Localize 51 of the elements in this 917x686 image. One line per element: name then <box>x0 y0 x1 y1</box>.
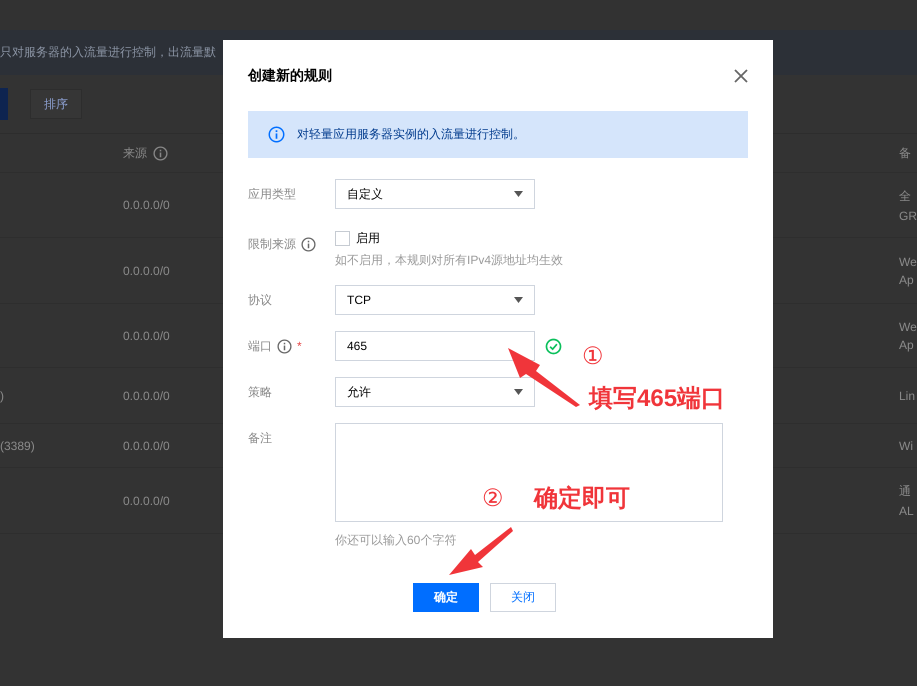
port-input[interactable]: 465 <box>335 331 535 361</box>
table-cell: 0.0.0.0/0 <box>123 438 170 452</box>
table-cell: AL <box>899 504 914 518</box>
table-cell: 全 <box>899 188 911 204</box>
column-header: 备 <box>899 144 911 162</box>
callout-text: 填写465端口 <box>589 387 726 411</box>
dialog-title: 创建新的规则 <box>248 66 332 84</box>
info-text: 对轻量应用服务器实例的入流量进行控制。 <box>297 126 525 143</box>
hint-text: 如不启用，本规则对所有IPv4源地址均生效 <box>335 252 564 269</box>
caret-icon <box>514 191 523 197</box>
table-cell: Lin <box>899 388 916 402</box>
callout-text: 确定即可 <box>534 487 630 511</box>
close-button[interactable]: 关闭 <box>490 583 556 612</box>
field-label: 协议 <box>248 292 272 308</box>
select-field[interactable]: TCP <box>335 285 535 315</box>
table-cell: GR <box>899 208 917 222</box>
info-icon <box>268 126 285 143</box>
table-cell: Wi <box>899 438 913 452</box>
field-label: 限制来源 <box>248 236 296 252</box>
required-mark: * <box>297 339 302 353</box>
table-cell: Ap <box>899 272 914 286</box>
field-label: 备注 <box>248 430 272 446</box>
column-header: 来源 <box>123 144 147 162</box>
table-cell: 0.0.0.0/0 <box>123 198 170 212</box>
step-number: ① <box>582 345 604 369</box>
table-cell: We <box>899 254 917 268</box>
checkbox[interactable] <box>335 230 350 246</box>
caret-icon <box>514 297 523 303</box>
caret-icon <box>514 389 523 395</box>
table-cell: ) <box>0 388 4 402</box>
select-field[interactable]: 允许 <box>335 377 535 407</box>
remark-textarea[interactable] <box>335 423 723 522</box>
table-cell: (3389) <box>0 438 35 452</box>
table-cell: 0.0.0.0/0 <box>123 494 170 508</box>
char-counter: 你还可以输入60个字符 <box>335 532 458 549</box>
notice-text: 只对服务器的入流量进行控制，出流量默 <box>0 44 216 61</box>
table-cell: We <box>899 320 917 334</box>
checkbox-label[interactable]: 启用 <box>356 230 380 246</box>
step-number: ② <box>482 487 504 511</box>
table-cell: 通 <box>899 483 911 500</box>
table-cell: 0.0.0.0/0 <box>123 328 170 342</box>
sort-button[interactable]: 排序 <box>30 89 82 119</box>
confirm-button[interactable]: 确定 <box>413 583 479 612</box>
table-cell: 0.0.0.0/0 <box>123 264 170 278</box>
field-label: 端口 <box>248 338 272 354</box>
select-field[interactable]: 自定义 <box>335 179 535 209</box>
table-cell: Ap <box>899 338 914 352</box>
field-label: 应用类型 <box>248 186 296 202</box>
close-icon[interactable] <box>734 68 748 82</box>
table-cell: 0.0.0.0/0 <box>123 388 170 402</box>
field-label: 策略 <box>248 384 272 400</box>
